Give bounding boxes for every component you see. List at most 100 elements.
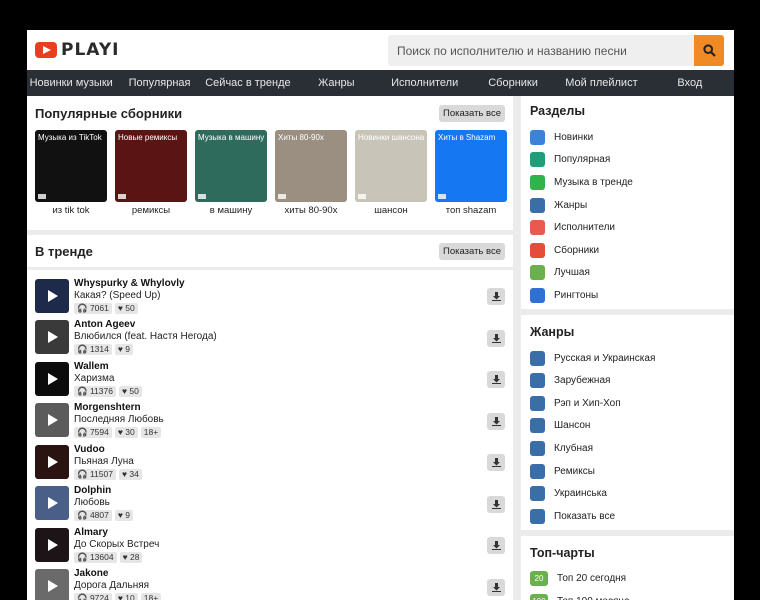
track-artist[interactable]: Dolphin xyxy=(74,485,133,497)
download-button[interactable] xyxy=(487,454,505,471)
folder-icon xyxy=(530,463,545,479)
genre-item[interactable]: Украинська xyxy=(521,482,734,505)
track-artist[interactable]: Vudoo xyxy=(74,444,142,456)
track-artist[interactable]: Whyspurky & Whylovly xyxy=(74,278,185,290)
track-play-button[interactable] xyxy=(35,527,69,562)
likes-count: 34 xyxy=(129,468,139,479)
search-input[interactable] xyxy=(388,35,694,66)
nav-login[interactable]: Вход xyxy=(646,70,734,96)
sidebar-item[interactable]: Рингтоны xyxy=(521,284,734,307)
track-artist[interactable]: Wallem xyxy=(74,361,142,373)
download-button[interactable] xyxy=(487,371,505,388)
track-artist[interactable]: Anton Ageev xyxy=(74,319,217,331)
sidebar-item[interactable]: Лучшая xyxy=(521,262,734,285)
sidebar-item[interactable]: Исполнители xyxy=(521,216,734,239)
track-title[interactable]: До Скорых Встреч xyxy=(74,539,159,551)
download-button[interactable] xyxy=(487,495,505,513)
trending-title: В тренде xyxy=(35,243,93,259)
genre-item[interactable]: Рэп и Хип-Хоп xyxy=(521,392,734,415)
collection-name[interactable]: топ shazam xyxy=(435,205,507,216)
download-button[interactable] xyxy=(487,537,505,554)
collection-card[interactable]: Хиты в Shazam топ shazam xyxy=(435,130,507,228)
nav-new[interactable]: Новинки музыки xyxy=(27,70,115,96)
track-title[interactable]: Последняя Любовь xyxy=(74,414,164,426)
folder-icon xyxy=(530,395,545,411)
genre-item[interactable]: Зарубежная xyxy=(521,369,734,392)
nav-genres[interactable]: Жанры xyxy=(292,70,380,96)
download-button[interactable] xyxy=(487,412,505,430)
track-title[interactable]: Харизма xyxy=(74,373,142,385)
collection-card[interactable]: Хиты 80-90х хиты 80-90х xyxy=(275,130,347,228)
collection-name[interactable]: в машину xyxy=(195,205,267,216)
track-title[interactable]: Пьяная Луна xyxy=(74,456,142,468)
collection-cover[interactable]: Новинки шансона xyxy=(355,130,427,202)
track-play-button[interactable] xyxy=(35,403,69,438)
nav-popular[interactable]: Популярная xyxy=(115,70,203,96)
likes-badge: ♥ 28 xyxy=(119,551,143,563)
track-artist[interactable]: Almary xyxy=(74,527,159,539)
folder-icon xyxy=(530,440,545,456)
download-icon xyxy=(491,582,501,592)
track-play-button[interactable] xyxy=(35,486,69,521)
collections-show-all-button[interactable]: Показать все xyxy=(439,104,505,122)
genre-item[interactable]: Ремиксы xyxy=(521,460,734,483)
collection-name[interactable]: хиты 80-90х xyxy=(275,205,347,216)
track-play-button[interactable] xyxy=(35,361,69,396)
track-play-button[interactable] xyxy=(35,320,69,355)
collection-cover[interactable]: Музыка в машину xyxy=(195,130,267,202)
collection-cover[interactable]: Музыка из TikTok xyxy=(35,130,107,202)
collection-cover[interactable]: Новые ремиксы xyxy=(115,130,187,202)
nav-trending[interactable]: Сейчас в тренде xyxy=(204,70,292,96)
track-title[interactable]: Любовь xyxy=(74,497,133,509)
trending-show-all-button[interactable]: Показать все xyxy=(439,242,505,260)
collection-card[interactable]: Музыка в машину в машину xyxy=(195,130,267,228)
genre-item[interactable]: Клубная xyxy=(521,437,734,460)
collection-cover[interactable]: Хиты 80-90х xyxy=(275,130,347,202)
collection-card[interactable]: Новые ремиксы ремиксы xyxy=(115,130,187,228)
track-artist[interactable]: Morgenshtern xyxy=(74,402,164,414)
sidebar-item-label: Сборники xyxy=(554,244,600,256)
track-play-button[interactable] xyxy=(35,278,69,313)
folder-icon xyxy=(530,486,545,502)
collection-name[interactable]: шансон xyxy=(355,205,427,216)
track-title[interactable]: Какая? (Speed Up) xyxy=(74,290,185,302)
genre-item[interactable]: Русская и Украинская xyxy=(521,347,734,370)
sidebar-item[interactable]: Жанры xyxy=(521,194,734,217)
folder-icon xyxy=(530,197,545,213)
download-button[interactable] xyxy=(487,288,505,305)
download-button[interactable] xyxy=(487,578,505,596)
track-play-button[interactable] xyxy=(35,569,69,600)
collection-name[interactable]: ремиксы xyxy=(115,205,187,216)
collection-meta-icon xyxy=(278,194,286,199)
track-title[interactable]: Влюбился (feat. Настя Негода) xyxy=(74,331,217,343)
chart-item[interactable]: 20 Топ 20 сегодня xyxy=(521,568,734,591)
chart-item[interactable]: 100 Топ 100 месяца xyxy=(521,590,734,600)
genre-item[interactable]: Шансон xyxy=(521,415,734,438)
track-artist[interactable]: Jakone xyxy=(74,568,161,580)
collection-cover[interactable]: Хиты в Shazam xyxy=(435,130,507,202)
likes-count: 9 xyxy=(125,510,131,521)
collection-card[interactable]: Музыка из TikTok из tik tok xyxy=(35,130,107,228)
genre-item[interactable]: Показать все xyxy=(521,505,734,528)
sidebar-item[interactable]: Сборники xyxy=(521,239,734,262)
download-icon xyxy=(491,541,501,550)
download-icon xyxy=(491,292,501,301)
sidebar-item[interactable]: Популярная xyxy=(521,149,734,172)
collection-card[interactable]: Новинки шансона шансон xyxy=(355,130,427,228)
track-play-button[interactable] xyxy=(35,444,69,479)
nav-artists[interactable]: Исполнители xyxy=(381,70,469,96)
search-button[interactable] xyxy=(694,35,724,66)
headphones-icon: 🎧 xyxy=(77,593,90,600)
nav-collections[interactable]: Сборники xyxy=(469,70,557,96)
trending-header: В тренде Показать все xyxy=(27,235,513,267)
logo[interactable]: PLAYI xyxy=(35,40,119,60)
logo-text: PLAYI xyxy=(61,40,120,60)
sidebar-item[interactable]: Музыка в тренде xyxy=(521,171,734,194)
sidebar-item[interactable]: Новинки xyxy=(521,126,734,149)
collection-name[interactable]: из tik tok xyxy=(35,205,107,216)
nav-my-playlist[interactable]: Мой плейлист xyxy=(557,70,645,96)
track-title[interactable]: Дорога Дальняя xyxy=(74,580,161,592)
download-button[interactable] xyxy=(487,329,505,347)
sidebar-item-label: Лучшая xyxy=(554,267,590,279)
plays-count: 1314 xyxy=(89,344,109,355)
